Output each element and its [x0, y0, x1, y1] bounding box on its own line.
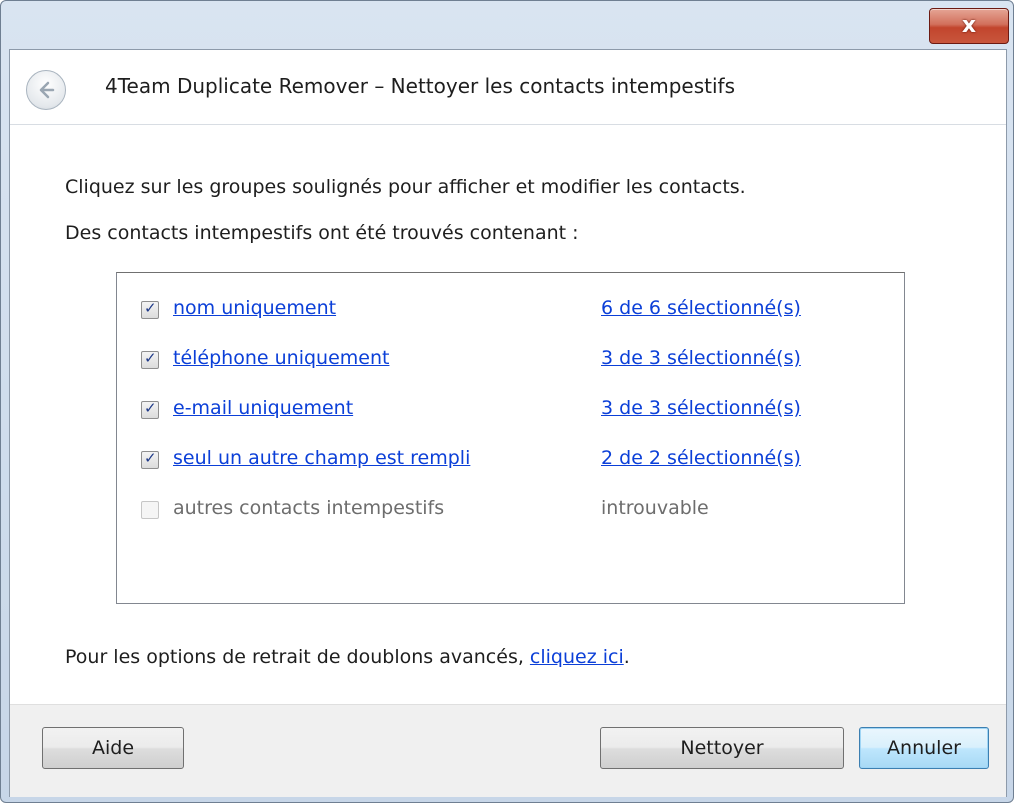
instruction-text: Cliquez sur les groupes soulignés pour a…: [65, 176, 746, 198]
list-item: autres contacts intempestifs introuvable: [141, 497, 901, 525]
wizard-header: 4Team Duplicate Remover – Nettoyer les c…: [10, 50, 1006, 125]
cancel-button[interactable]: Annuler: [859, 727, 989, 769]
list-item: nom uniquement 6 de 6 sélectionné(s): [141, 297, 901, 325]
advanced-options-text: Pour les options de retrait de doublons …: [65, 646, 630, 668]
list-item: seul un autre champ est rempli 2 de 2 sé…: [141, 447, 901, 475]
close-button[interactable]: x: [929, 8, 1009, 44]
back-button[interactable]: [26, 70, 66, 110]
list-item: téléphone uniquement 3 de 3 sélectionné(…: [141, 347, 901, 375]
checkbox-name-only[interactable]: [141, 299, 159, 319]
back-arrow-icon: [39, 81, 55, 99]
advanced-options-link[interactable]: cliquez ici: [530, 646, 624, 668]
group-link-email-only[interactable]: e-mail uniquement: [173, 397, 353, 419]
advanced-prefix: Pour les options de retrait de doublons …: [65, 646, 530, 668]
selection-status: introuvable: [601, 497, 709, 519]
selection-count-link[interactable]: 3 de 3 sélectionné(s): [601, 347, 801, 369]
close-icon: x: [961, 13, 977, 38]
checkbox-email-only[interactable]: [141, 399, 159, 419]
found-text: Des contacts intempestifs ont été trouvé…: [65, 222, 579, 244]
list-item: e-mail uniquement 3 de 3 sélectionné(s): [141, 397, 901, 425]
button-bar: Aide Nettoyer Annuler: [10, 704, 1006, 797]
group-link-phone-only[interactable]: téléphone uniquement: [173, 347, 389, 369]
clean-button[interactable]: Nettoyer: [600, 727, 844, 769]
advanced-suffix: .: [623, 646, 630, 668]
group-link-name-only[interactable]: nom uniquement: [173, 297, 336, 319]
selection-count-link[interactable]: 2 de 2 sélectionné(s): [601, 447, 801, 469]
checkbox-phone-only[interactable]: [141, 349, 159, 369]
dialog-window: x 4Team Duplicate Remover – Nettoyer les…: [0, 0, 1014, 803]
selection-count-link[interactable]: 3 de 3 sélectionné(s): [601, 397, 801, 419]
dialog-title: 4Team Duplicate Remover – Nettoyer les c…: [105, 74, 735, 98]
checkbox-other-junk: [141, 501, 159, 519]
selection-count-link[interactable]: 6 de 6 sélectionné(s): [601, 297, 801, 319]
dialog-client-area: 4Team Duplicate Remover – Nettoyer les c…: [9, 49, 1007, 797]
junk-contacts-list: nom uniquement 6 de 6 sélectionné(s) tél…: [116, 272, 905, 604]
group-label-other-junk: autres contacts intempestifs: [173, 497, 445, 519]
help-button[interactable]: Aide: [42, 727, 184, 769]
checkbox-single-other-field[interactable]: [141, 449, 159, 469]
group-link-single-other-field[interactable]: seul un autre champ est rempli: [173, 447, 470, 469]
